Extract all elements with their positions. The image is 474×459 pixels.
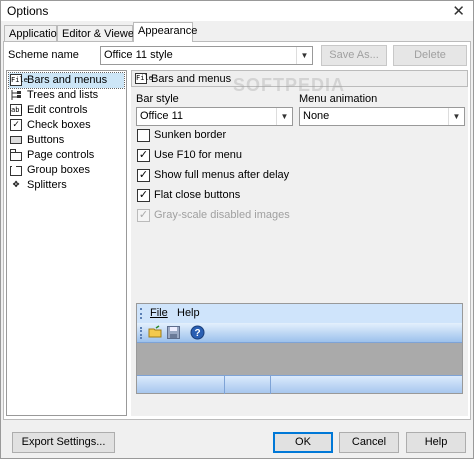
nav-item-splitters[interactable]: ✥ Splitters bbox=[9, 178, 124, 193]
nav-item-trees-and-lists[interactable]: Trees and lists bbox=[9, 88, 124, 103]
tab-application[interactable]: Application bbox=[4, 25, 63, 42]
help-icon: ? bbox=[190, 325, 205, 340]
tree-icon bbox=[10, 89, 22, 101]
scheme-name-label: Scheme name bbox=[8, 49, 79, 61]
nav-item-label: Edit controls bbox=[27, 104, 88, 116]
status-panel bbox=[271, 376, 462, 394]
page-control-icon bbox=[10, 149, 22, 161]
bar-style-label: Bar style bbox=[136, 93, 179, 105]
bar-style-value: Office 11 bbox=[140, 110, 184, 122]
sunken-border-checkbox[interactable]: Sunken border bbox=[137, 128, 287, 143]
nav-item-label: Buttons bbox=[27, 134, 65, 146]
menu-animation-select[interactable]: None ▼ bbox=[299, 107, 465, 126]
nav-item-bars-and-menus[interactable]: File Bars and menus bbox=[8, 72, 125, 89]
checkbox-box[interactable] bbox=[137, 189, 150, 202]
bar-style-preview: File Help ? bbox=[136, 303, 463, 394]
preview-statusbar bbox=[137, 375, 462, 394]
bars-icon: File bbox=[135, 73, 153, 84]
settings-panel: File Bars and menus Bar style Office 11 … bbox=[131, 70, 468, 416]
chevron-down-icon[interactable]: ▼ bbox=[276, 108, 292, 125]
use-f10-checkbox[interactable]: Use F10 for menu bbox=[137, 148, 287, 163]
nav-item-label: Bars and menus bbox=[27, 74, 108, 86]
window-title: Options bbox=[7, 4, 49, 18]
nav-item-check-boxes[interactable]: ✓ Check boxes bbox=[9, 118, 124, 133]
options-dialog: Options ✕ Application Editor & Viewers A… bbox=[0, 0, 474, 459]
preview-menu-file: File bbox=[150, 307, 168, 319]
edit-control-icon: ab| bbox=[10, 104, 24, 116]
ok-button[interactable]: OK bbox=[273, 432, 333, 453]
status-panel bbox=[225, 376, 271, 394]
nav-item-label: Check boxes bbox=[27, 119, 91, 131]
bars-icon: File bbox=[10, 74, 28, 86]
checkbox-label: Gray-scale disabled images bbox=[154, 209, 290, 221]
nav-item-label: Page controls bbox=[27, 149, 95, 161]
menu-animation-value: None bbox=[303, 110, 330, 122]
bar-style-select[interactable]: Office 11 ▼ bbox=[136, 107, 293, 126]
close-icon[interactable]: ✕ bbox=[452, 2, 465, 20]
chevron-down-icon[interactable]: ▼ bbox=[448, 108, 464, 125]
preview-menubar: File Help bbox=[137, 304, 462, 323]
group-box-icon bbox=[10, 164, 22, 176]
nav-item-edit-controls[interactable]: ab| Edit controls bbox=[9, 103, 124, 118]
title-bar: Options ✕ bbox=[1, 1, 473, 21]
grip-handle bbox=[140, 308, 143, 319]
checkbox-label: Use F10 for menu bbox=[154, 149, 243, 161]
checkbox-label: Sunken border bbox=[154, 129, 227, 141]
tab-appearance[interactable]: Appearance bbox=[133, 22, 197, 42]
svg-text:?: ? bbox=[194, 328, 200, 339]
chevron-down-icon[interactable]: ▼ bbox=[296, 47, 312, 64]
softpedia-watermark: SOFTPEDIA bbox=[233, 75, 346, 95]
show-full-menus-checkbox[interactable]: Show full menus after delay bbox=[137, 168, 317, 183]
flat-close-buttons-checkbox[interactable]: Flat close buttons bbox=[137, 188, 287, 203]
delete-button[interactable]: Delete bbox=[393, 45, 467, 66]
status-panel bbox=[137, 376, 225, 394]
checkbox-label: Flat close buttons bbox=[154, 189, 241, 201]
grip-handle bbox=[140, 327, 143, 339]
scheme-name-value: Office 11 style bbox=[104, 49, 173, 61]
grayscale-images-checkbox: Gray-scale disabled images bbox=[137, 208, 317, 223]
button-icon bbox=[10, 136, 22, 144]
open-folder-icon bbox=[148, 325, 163, 340]
preview-toolbar: ? bbox=[137, 323, 462, 343]
checkbox-box[interactable] bbox=[137, 129, 150, 142]
nav-item-page-controls[interactable]: Page controls bbox=[9, 148, 124, 163]
save-as-button[interactable]: Save As... bbox=[321, 45, 387, 66]
save-icon bbox=[166, 325, 181, 340]
nav-item-label: Splitters bbox=[27, 179, 67, 191]
checkbox-box bbox=[137, 209, 150, 222]
nav-item-buttons[interactable]: Buttons bbox=[9, 133, 124, 148]
checkbox-box[interactable] bbox=[137, 169, 150, 182]
scheme-name-select[interactable]: Office 11 style ▼ bbox=[100, 46, 313, 65]
export-settings-button[interactable]: Export Settings... bbox=[12, 432, 115, 453]
nav-item-group-boxes[interactable]: Group boxes bbox=[9, 163, 124, 178]
cancel-button[interactable]: Cancel bbox=[339, 432, 399, 453]
splitter-icon: ✥ bbox=[10, 178, 22, 191]
category-list: File Bars and menus Trees and lists ab| … bbox=[6, 70, 127, 416]
help-button[interactable]: Help bbox=[406, 432, 466, 453]
nav-item-label: Trees and lists bbox=[27, 89, 99, 101]
nav-item-label: Group boxes bbox=[27, 164, 90, 176]
tab-editor-viewers[interactable]: Editor & Viewers bbox=[57, 25, 143, 42]
preview-menu-help: Help bbox=[177, 307, 200, 319]
checkbox-label: Show full menus after delay bbox=[154, 169, 290, 181]
panel-title: Bars and menus bbox=[151, 73, 232, 85]
checkbox-box[interactable] bbox=[137, 149, 150, 162]
checkbox-icon: ✓ bbox=[10, 119, 22, 131]
